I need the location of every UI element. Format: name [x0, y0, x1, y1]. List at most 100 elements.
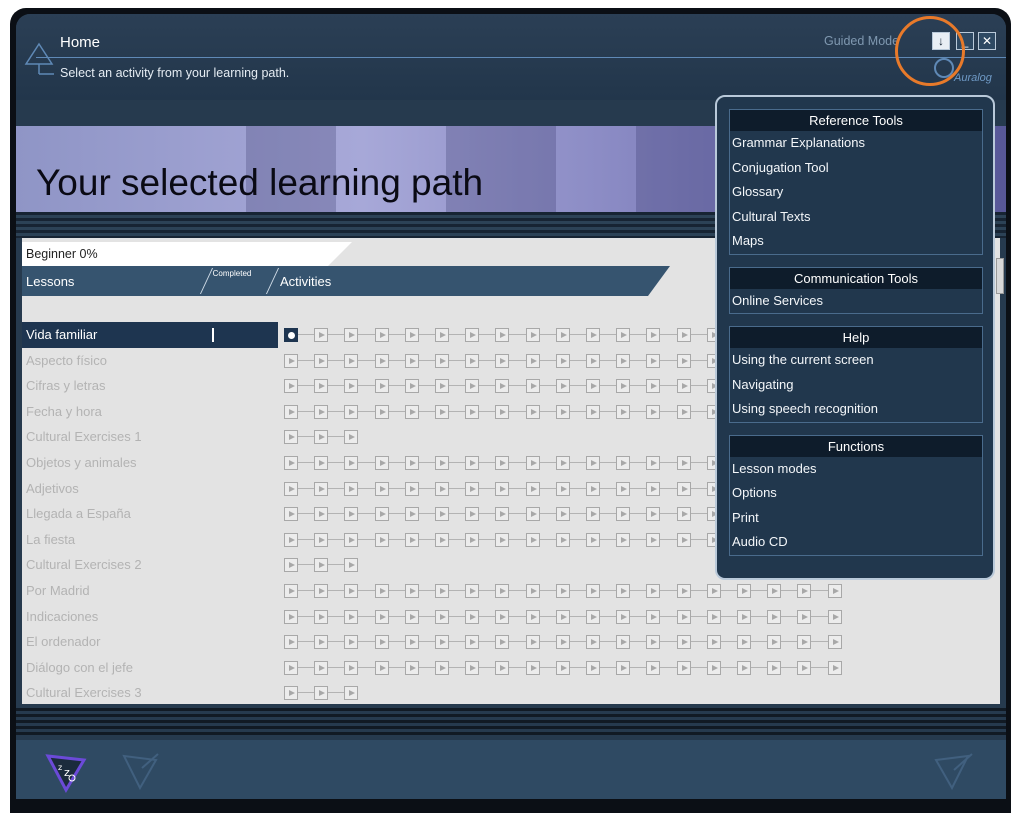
activity-button[interactable]: [555, 404, 570, 419]
activity-button[interactable]: [404, 609, 419, 624]
activity-button[interactable]: [374, 507, 389, 522]
level-tab[interactable]: Beginner 0%: [22, 242, 352, 266]
activity-button[interactable]: [676, 455, 691, 470]
activity-button[interactable]: [374, 583, 389, 598]
activity-button[interactable]: [586, 635, 600, 650]
activity-button[interactable]: [374, 455, 389, 470]
activity-button[interactable]: [616, 455, 631, 470]
activity-button[interactable]: [314, 353, 329, 368]
activity-button[interactable]: [435, 455, 449, 470]
activity-button[interactable]: [767, 635, 782, 650]
lesson-item[interactable]: Diálogo con el jefe: [22, 655, 278, 681]
activity-button[interactable]: [586, 532, 600, 547]
activity-button[interactable]: [314, 686, 329, 701]
activity-button[interactable]: [676, 635, 691, 650]
close-button[interactable]: ✕: [978, 32, 996, 50]
activity-button[interactable]: [616, 353, 631, 368]
lesson-item[interactable]: Cifras y letras: [22, 373, 278, 399]
activity-button[interactable]: [676, 328, 691, 342]
activity-button[interactable]: [586, 507, 600, 522]
activity-button[interactable]: [284, 404, 298, 419]
activity-button[interactable]: [465, 635, 480, 650]
activity-button[interactable]: [404, 660, 419, 675]
activity-button[interactable]: [616, 328, 631, 342]
activity-button[interactable]: [344, 507, 359, 522]
activity-button[interactable]: [314, 532, 329, 547]
lesson-item[interactable]: Fecha y hora: [22, 399, 278, 425]
activity-button[interactable]: [495, 635, 510, 650]
activity-button[interactable]: [374, 379, 389, 394]
lesson-item[interactable]: La fiesta: [22, 527, 278, 553]
lesson-item[interactable]: Cultural Exercises 3: [22, 680, 278, 706]
activity-button[interactable]: [284, 353, 298, 368]
activity-button[interactable]: [646, 353, 661, 368]
activity-button[interactable]: [525, 507, 540, 522]
menu-item-navigating[interactable]: Navigating: [730, 373, 982, 398]
activity-button[interactable]: [555, 455, 570, 470]
activity-button[interactable]: [495, 609, 510, 624]
activity-button[interactable]: [495, 328, 510, 342]
activity-button[interactable]: [616, 635, 631, 650]
activity-button[interactable]: [314, 635, 329, 650]
activity-button[interactable]: [374, 481, 389, 496]
menu-item-conjugation-tool[interactable]: Conjugation Tool: [730, 156, 982, 181]
home-triangle-icon[interactable]: [24, 40, 54, 80]
activity-button[interactable]: [465, 455, 480, 470]
activity-button[interactable]: [344, 532, 359, 547]
activity-button[interactable]: [495, 583, 510, 598]
menu-item-options[interactable]: Options: [730, 481, 982, 506]
activity-button[interactable]: [646, 583, 661, 598]
activity-button[interactable]: [284, 532, 298, 547]
activity-button[interactable]: [555, 532, 570, 547]
activity-button[interactable]: [555, 507, 570, 522]
activity-button[interactable]: [827, 635, 842, 650]
activity-button[interactable]: [344, 404, 359, 419]
activity-button[interactable]: [676, 481, 691, 496]
activity-button[interactable]: [525, 583, 540, 598]
activity-button[interactable]: [284, 558, 298, 573]
activity-button[interactable]: [616, 660, 631, 675]
lesson-item[interactable]: Por Madrid: [22, 578, 278, 604]
activity-button[interactable]: [646, 660, 661, 675]
activity-button[interactable]: [465, 609, 480, 624]
lesson-item[interactable]: Llegada a España: [22, 501, 278, 527]
activity-button[interactable]: [676, 353, 691, 368]
activity-button[interactable]: [404, 507, 419, 522]
activity-button[interactable]: [646, 328, 661, 342]
lesson-item[interactable]: Vida familiar: [22, 322, 278, 348]
activity-button[interactable]: [404, 635, 419, 650]
activity-button[interactable]: [495, 660, 510, 675]
activity-button[interactable]: [525, 660, 540, 675]
lesson-item[interactable]: Indicaciones: [22, 604, 278, 630]
activity-button[interactable]: [616, 404, 631, 419]
menu-item-grammar-explanations[interactable]: Grammar Explanations: [730, 131, 982, 156]
activity-button[interactable]: [344, 558, 359, 573]
activity-button[interactable]: [706, 609, 721, 624]
activity-button[interactable]: [284, 635, 298, 650]
activity-button[interactable]: [495, 404, 510, 419]
activity-button[interactable]: [404, 328, 419, 342]
lesson-item[interactable]: Cultural Exercises 2: [22, 552, 278, 578]
activity-button[interactable]: [586, 379, 600, 394]
activity-button[interactable]: [404, 404, 419, 419]
forward-arrow-icon[interactable]: [932, 750, 978, 796]
activity-button[interactable]: [616, 507, 631, 522]
lesson-item[interactable]: Adjetivos: [22, 476, 278, 502]
activity-button[interactable]: [435, 609, 449, 624]
activity-button[interactable]: [586, 353, 600, 368]
activity-button[interactable]: [586, 481, 600, 496]
activity-button[interactable]: [465, 328, 480, 342]
activity-button[interactable]: [344, 430, 359, 445]
activity-button[interactable]: [706, 635, 721, 650]
menu-item-using-the-current-screen[interactable]: Using the current screen: [730, 348, 982, 373]
activity-button[interactable]: [435, 532, 449, 547]
activity-button[interactable]: [404, 379, 419, 394]
activity-button[interactable]: [797, 660, 812, 675]
activity-button[interactable]: [616, 532, 631, 547]
activity-button[interactable]: [404, 353, 419, 368]
activity-button[interactable]: [344, 328, 359, 342]
activity-button[interactable]: [676, 507, 691, 522]
activity-button[interactable]: [525, 481, 540, 496]
activity-button[interactable]: [344, 686, 359, 701]
activity-button[interactable]: [465, 481, 480, 496]
